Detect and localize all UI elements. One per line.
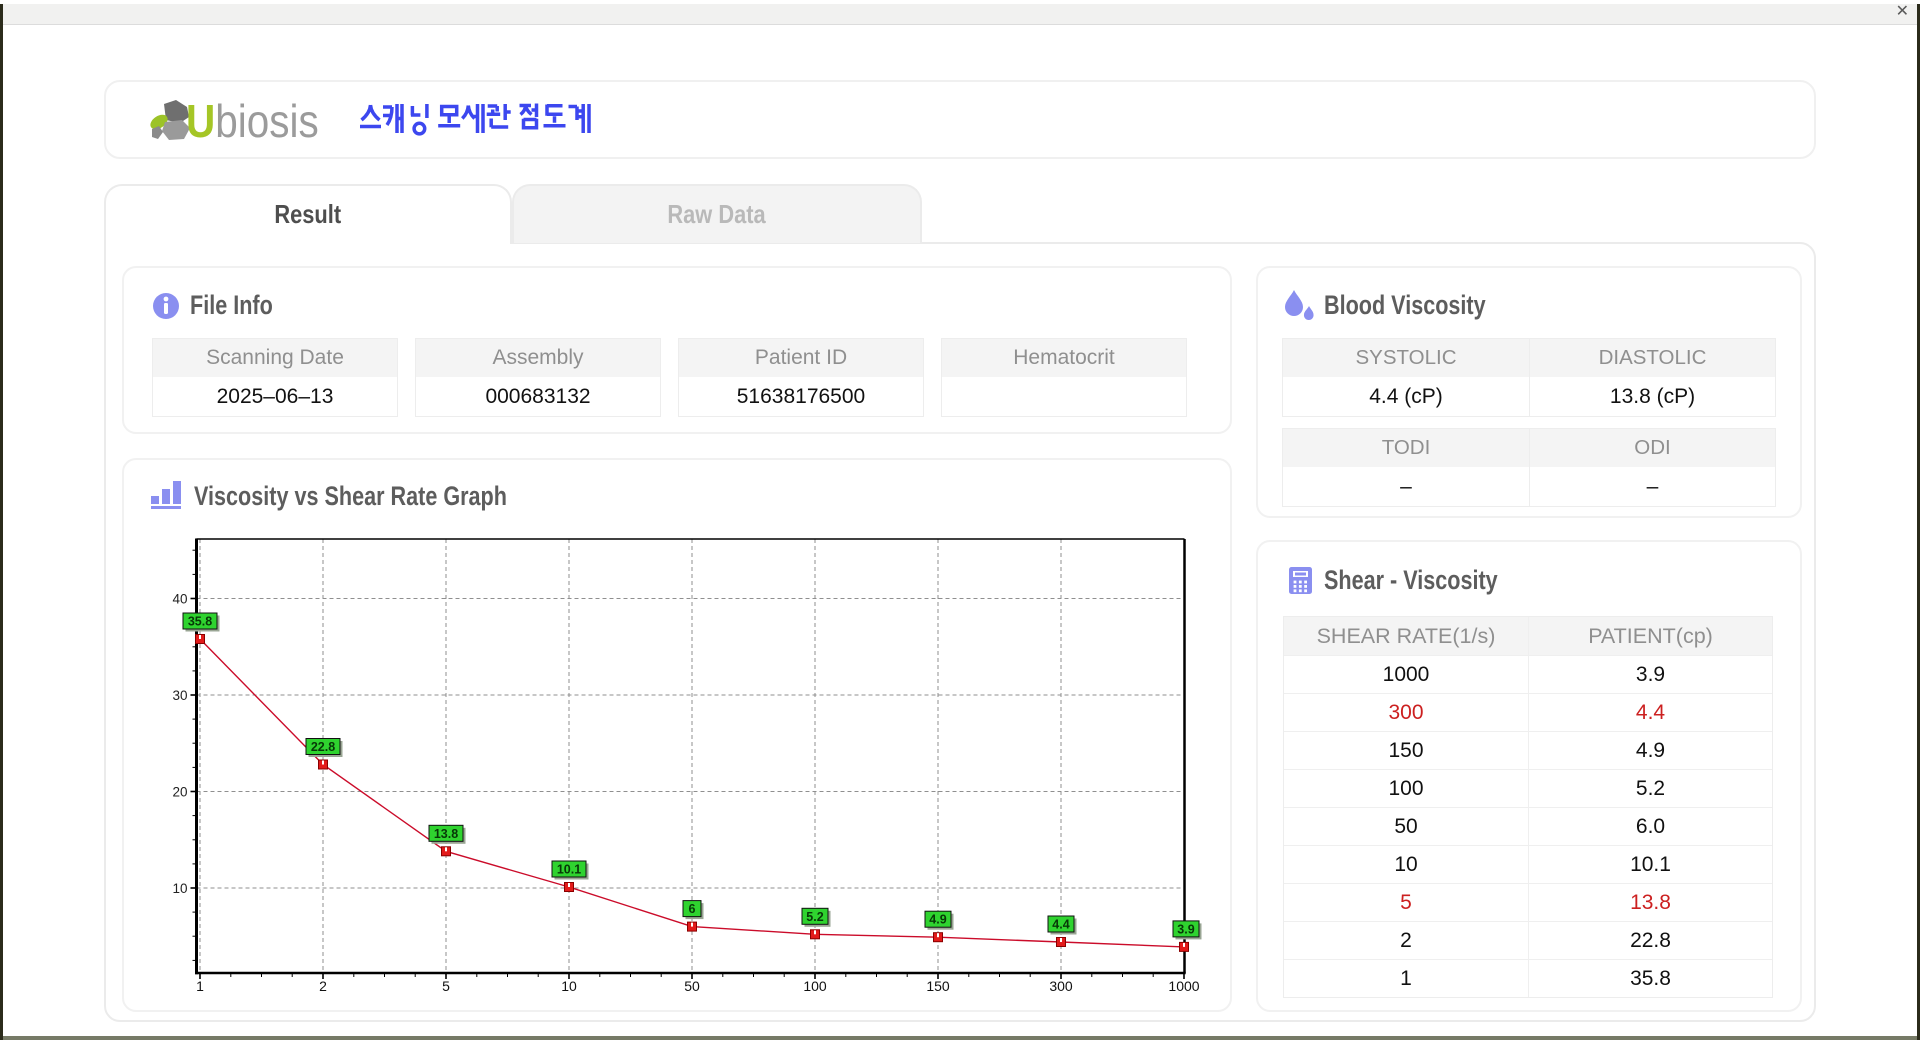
svg-text:10.1: 10.1	[557, 863, 581, 877]
svg-text:4.9: 4.9	[929, 913, 946, 927]
svg-text:1000: 1000	[1168, 978, 1199, 994]
svg-text:150: 150	[926, 978, 950, 994]
svg-text:300: 300	[1049, 978, 1073, 994]
svg-text:5: 5	[442, 978, 450, 994]
svg-text:40: 40	[172, 592, 187, 607]
svg-text:1: 1	[196, 978, 204, 994]
svg-text:10: 10	[561, 978, 577, 994]
svg-text:10: 10	[172, 881, 187, 896]
svg-text:4.4: 4.4	[1052, 918, 1069, 932]
svg-text:22.8: 22.8	[311, 740, 335, 754]
svg-text:6: 6	[689, 902, 696, 916]
svg-text:2: 2	[319, 978, 327, 994]
svg-text:50: 50	[684, 978, 700, 994]
svg-text:30: 30	[172, 688, 187, 703]
svg-text:35.8: 35.8	[188, 615, 212, 629]
svg-text:20: 20	[172, 785, 187, 800]
svg-text:5.2: 5.2	[806, 910, 823, 924]
svg-text:13.8: 13.8	[434, 827, 458, 841]
svg-text:100: 100	[803, 978, 827, 994]
svg-text:3.9: 3.9	[1177, 922, 1194, 936]
